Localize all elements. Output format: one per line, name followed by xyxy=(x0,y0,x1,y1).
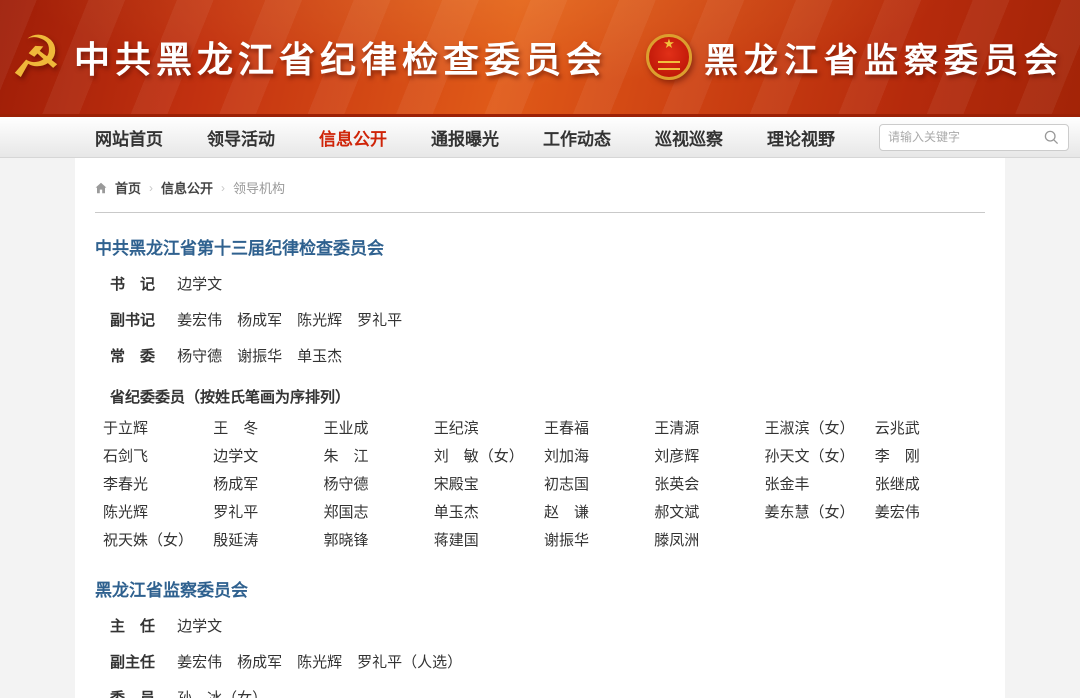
member-name: 王纪滨 xyxy=(434,415,544,443)
member-name: 蒋建国 xyxy=(434,527,544,555)
info-value: 姜宏伟 杨成军 陈光辉 罗礼平（人选） xyxy=(177,654,462,671)
member-name: 王淑滨（女） xyxy=(765,415,875,443)
member-name: 张英会 xyxy=(654,471,764,499)
discipline-commission-home-link[interactable]: ☭ 中共黑龙江省纪律检查委员会 xyxy=(10,28,607,86)
info-label: 主 任 xyxy=(110,617,160,637)
member-name: 祝天姝（女） xyxy=(103,527,213,555)
national-emblem-icon: ★ xyxy=(646,34,692,80)
nav-item-inspection[interactable]: 巡视巡察 xyxy=(655,125,723,150)
main-content: 首页 › 信息公开 › 领导机构 中共黑龙江省第十三届纪律检查委员会 书 记 边… xyxy=(75,158,1005,698)
member-name: 宋殿宝 xyxy=(434,471,544,499)
member-name: 王清源 xyxy=(654,415,764,443)
info-label: 委 员 xyxy=(110,689,160,698)
member-name: 李 刚 xyxy=(875,443,985,471)
member-name: 于立辉 xyxy=(103,415,213,443)
member-name: 初志国 xyxy=(544,471,654,499)
info-label: 副书记 xyxy=(110,311,160,331)
nav-item-exposure[interactable]: 通报曝光 xyxy=(431,125,499,150)
breadcrumb-divider xyxy=(95,212,985,213)
breadcrumb-home[interactable]: 首页 xyxy=(115,178,141,197)
members-grid: 于立辉 王 冬 王业成 王纪滨 王春福 王清源 王淑滨（女） 云兆武 石剑飞 边… xyxy=(103,415,985,555)
info-value: 边学文 xyxy=(177,618,222,635)
member-name: 杨成军 xyxy=(213,471,323,499)
member-name: 陈光辉 xyxy=(103,499,213,527)
nav-item-home[interactable]: 网站首页 xyxy=(95,125,163,150)
site-banner: ☭ 中共黑龙江省纪律检查委员会 ★ 黑龙江省监察委员会 xyxy=(0,0,1080,117)
info-row-deputy-secretaries: 副书记 姜宏伟 杨成军 陈光辉 罗礼平 xyxy=(95,311,985,331)
supervision-commission-home-link[interactable]: ★ 黑龙江省监察委员会 xyxy=(646,33,1064,82)
breadcrumb-current-page: 领导机构 xyxy=(233,178,285,197)
member-name: 王业成 xyxy=(324,415,434,443)
search-icon[interactable] xyxy=(1043,129,1060,146)
info-label: 书 记 xyxy=(110,275,160,295)
section-title: 黑龙江省监察委员会 xyxy=(95,576,985,601)
info-value: 杨守德 谢振华 单玉杰 xyxy=(177,348,342,365)
member-name: 郝文斌 xyxy=(654,499,764,527)
home-icon xyxy=(95,182,107,194)
breadcrumb-separator: › xyxy=(221,181,225,195)
search-box xyxy=(879,124,1069,151)
info-row-members: 委 员 孙 冰（女） xyxy=(95,689,985,698)
member-name: 李春光 xyxy=(103,471,213,499)
member-name: 刘 敏（女） xyxy=(434,443,544,471)
member-name: 王 冬 xyxy=(213,415,323,443)
member-name: 朱 江 xyxy=(324,443,434,471)
info-row-standing-committee: 常 委 杨守德 谢振华 单玉杰 xyxy=(95,347,985,367)
member-name: 刘加海 xyxy=(544,443,654,471)
section-title: 中共黑龙江省第十三届纪律检查委员会 xyxy=(95,234,985,259)
nav-item-leader-activity[interactable]: 领导活动 xyxy=(207,125,275,150)
member-name: 单玉杰 xyxy=(434,499,544,527)
member-name: 刘彦辉 xyxy=(654,443,764,471)
breadcrumb-info-disclosure[interactable]: 信息公开 xyxy=(161,178,213,197)
member-name: 殷延涛 xyxy=(213,527,323,555)
nav-item-work-news[interactable]: 工作动态 xyxy=(543,125,611,150)
info-value: 姜宏伟 杨成军 陈光辉 罗礼平 xyxy=(177,312,402,329)
party-emblem-icon: ☭ xyxy=(10,28,62,86)
discipline-commission-title: 中共黑龙江省纪律检查委员会 xyxy=(74,31,607,83)
member-name: 边学文 xyxy=(213,443,323,471)
member-name: 赵 谦 xyxy=(544,499,654,527)
members-heading: 省纪委委员（按姓氏笔画为序排列） xyxy=(95,386,985,407)
member-name: 杨守德 xyxy=(324,471,434,499)
main-navbar: 网站首页 领导活动 信息公开 通报曝光 工作动态 巡视巡察 理论视野 xyxy=(0,117,1080,158)
breadcrumb: 首页 › 信息公开 › 领导机构 xyxy=(95,178,985,197)
search-input[interactable] xyxy=(888,130,1043,144)
member-name: 郭晓锋 xyxy=(324,527,434,555)
member-name: 云兆武 xyxy=(875,415,985,443)
info-row-deputy-directors: 副主任 姜宏伟 杨成军 陈光辉 罗礼平（人选） xyxy=(95,653,985,673)
info-row-director: 主 任 边学文 xyxy=(95,617,985,637)
section-supervision-commission: 黑龙江省监察委员会 主 任 边学文 副主任 姜宏伟 杨成军 陈光辉 罗礼平（人选… xyxy=(95,576,985,698)
member-name: 石剑飞 xyxy=(103,443,213,471)
info-label: 副主任 xyxy=(110,653,160,673)
info-value: 边学文 xyxy=(177,276,222,293)
nav-item-theory[interactable]: 理论视野 xyxy=(767,125,835,150)
member-name: 姜东慧（女） xyxy=(765,499,875,527)
info-value: 孙 冰（女） xyxy=(177,690,267,698)
member-name: 郑国志 xyxy=(324,499,434,527)
member-name: 张金丰 xyxy=(765,471,875,499)
nav-item-info-disclosure[interactable]: 信息公开 xyxy=(319,125,387,150)
member-name: 王春福 xyxy=(544,415,654,443)
section-discipline-commission: 中共黑龙江省第十三届纪律检查委员会 书 记 边学文 副书记 姜宏伟 杨成军 陈光… xyxy=(95,234,985,555)
info-label: 常 委 xyxy=(110,347,160,367)
member-name: 张继成 xyxy=(875,471,985,499)
member-name: 姜宏伟 xyxy=(875,499,985,527)
info-row-secretary: 书 记 边学文 xyxy=(95,275,985,295)
member-name: 滕凤洲 xyxy=(654,527,764,555)
member-name: 孙天文（女） xyxy=(765,443,875,471)
member-name: 谢振华 xyxy=(544,527,654,555)
member-name: 罗礼平 xyxy=(213,499,323,527)
breadcrumb-separator: › xyxy=(149,181,153,195)
supervision-commission-title: 黑龙江省监察委员会 xyxy=(704,33,1064,82)
